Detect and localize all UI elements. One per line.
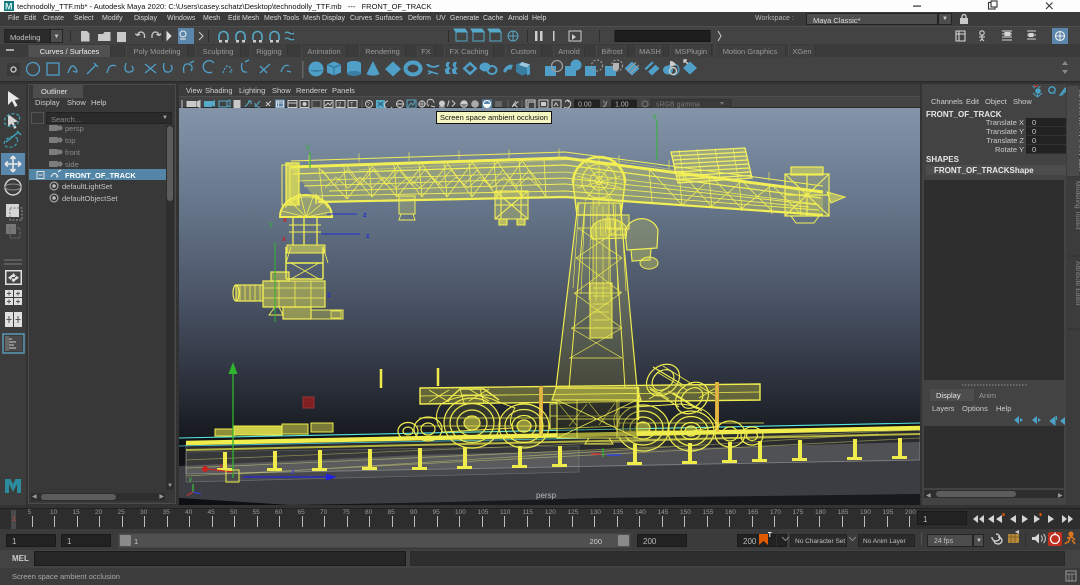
svg-text:defaultObjectSet: defaultObjectSet xyxy=(62,194,118,203)
svg-text:Help: Help xyxy=(996,404,1011,413)
svg-text:FRONT_OF_TRACK: FRONT_OF_TRACK xyxy=(65,171,136,180)
svg-text:▶: ▶ xyxy=(1058,493,1063,499)
svg-text:x: x xyxy=(283,217,287,224)
svg-text:side: side xyxy=(65,160,79,169)
svg-text:persp: persp xyxy=(536,491,557,500)
svg-text:z: z xyxy=(291,469,295,476)
svg-text:defaultLightSet: defaultLightSet xyxy=(62,182,113,191)
svg-text:z: z xyxy=(366,231,370,240)
svg-text:Modeling Toolkit: Modeling Toolkit xyxy=(1074,181,1080,230)
svg-text:FRONT_OF_TRACKShape: FRONT_OF_TRACKShape xyxy=(934,166,1034,175)
svg-text:M: M xyxy=(5,2,13,12)
svg-text:0: 0 xyxy=(1032,127,1036,136)
svg-text:0: 0 xyxy=(1032,145,1036,154)
svg-text:y: y xyxy=(269,219,273,228)
svg-text:Options: Options xyxy=(962,404,988,413)
svg-text:y: y xyxy=(653,111,657,120)
svg-text:Edit: Edit xyxy=(966,97,980,106)
svg-text:z: z xyxy=(363,210,367,219)
svg-text:y: y xyxy=(189,477,192,483)
svg-text:y: y xyxy=(306,142,310,151)
svg-text:Channels: Channels xyxy=(931,97,963,106)
svg-text:persp: persp xyxy=(65,125,84,133)
svg-text:front: front xyxy=(65,148,81,157)
svg-text:Show: Show xyxy=(1013,97,1032,106)
svg-text:0: 0 xyxy=(1032,136,1036,145)
svg-text:Translate Y: Translate Y xyxy=(986,127,1024,136)
svg-text:Layers: Layers xyxy=(932,404,955,413)
svg-text:Anim: Anim xyxy=(979,391,996,400)
svg-text:Rotate Y: Rotate Y xyxy=(995,145,1024,154)
svg-text:SHAPES: SHAPES xyxy=(926,155,960,164)
svg-text:0: 0 xyxy=(1032,118,1036,127)
svg-text:◀: ◀ xyxy=(926,493,931,499)
svg-text:x: x xyxy=(282,236,286,243)
svg-text:Translate Z: Translate Z xyxy=(986,136,1024,145)
svg-text:Attribute Editor: Attribute Editor xyxy=(1074,261,1080,307)
svg-text:x: x xyxy=(219,463,223,470)
svg-text:Translate X: Translate X xyxy=(986,118,1024,127)
svg-text:Object: Object xyxy=(985,97,1008,106)
svg-text:Display: Display xyxy=(936,391,961,400)
svg-text:z: z xyxy=(327,290,331,299)
svg-text:top: top xyxy=(65,136,75,145)
